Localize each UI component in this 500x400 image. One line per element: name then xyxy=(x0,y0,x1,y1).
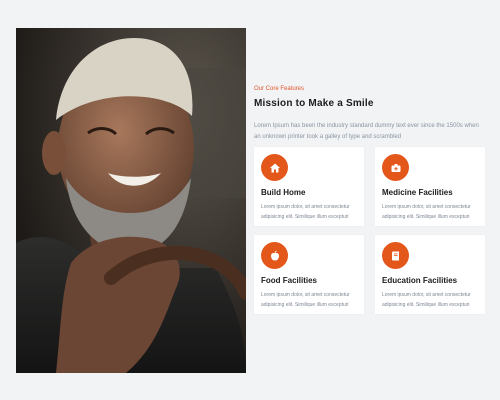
portrait-illustration xyxy=(16,28,246,373)
features-header: Our Core Features Mission to Make a Smil… xyxy=(254,84,490,143)
features-grid: Build Home Lorem ipsum dolor, sit amet c… xyxy=(254,147,486,317)
feature-title: Medicine Facilities xyxy=(382,188,453,197)
feature-title: Food Facilities xyxy=(261,276,318,285)
elderly-man-photo xyxy=(16,28,246,373)
feature-text: Lorem ipsum dolor, sit amet consectetur … xyxy=(382,204,471,220)
book-icon xyxy=(382,242,409,269)
feature-card-food[interactable]: Food Facilities Lorem ipsum dolor, sit a… xyxy=(254,235,364,314)
feature-text: Lorem ipsum dolor, sit amet consectetur … xyxy=(261,204,350,220)
section-title: Mission to Make a Smile xyxy=(254,98,374,109)
feature-title: Build Home xyxy=(261,188,306,197)
feature-title: Education Facilities xyxy=(382,276,458,285)
feature-text: Lorem ipsum dolor, sit amet consectetur … xyxy=(261,292,350,308)
feature-card-build-home[interactable]: Build Home Lorem ipsum dolor, sit amet c… xyxy=(254,147,364,226)
feature-card-education[interactable]: Education Facilities Lorem ipsum dolor, … xyxy=(375,235,485,314)
feature-text: Lorem ipsum dolor, sit amet consectetur … xyxy=(382,292,471,308)
core-features-section: Our Core Features Mission to Make a Smil… xyxy=(0,0,500,400)
apple-icon xyxy=(261,242,288,269)
home-icon xyxy=(261,154,288,181)
section-description: Lorem Ipsum has been the industry standa… xyxy=(254,123,479,140)
section-kicker: Our Core Features xyxy=(254,86,305,92)
medical-bag-icon xyxy=(382,154,409,181)
feature-card-medicine[interactable]: Medicine Facilities Lorem ipsum dolor, s… xyxy=(375,147,485,226)
